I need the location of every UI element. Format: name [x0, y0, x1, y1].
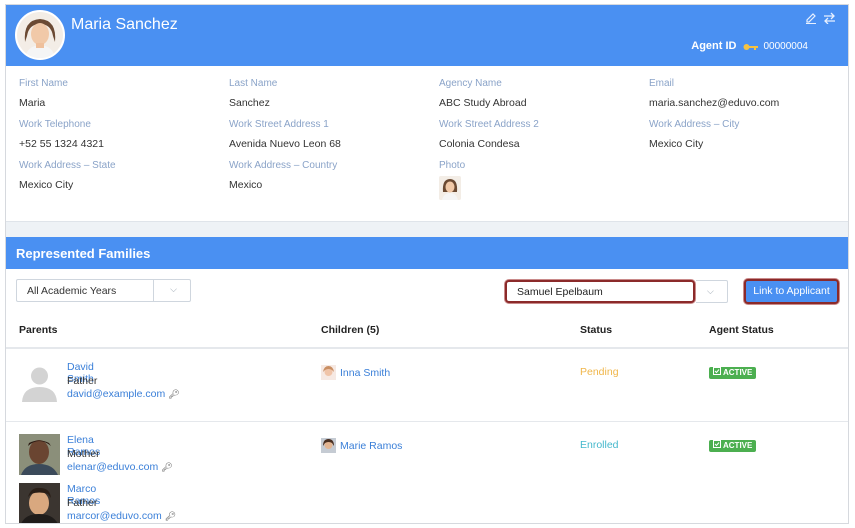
field-agency-name: Agency Name ABC Study Abroad: [439, 78, 639, 109]
child-name[interactable]: Marie Ramos: [340, 440, 402, 452]
child-entry: Marie Ramos: [321, 438, 402, 453]
applicant-dropdown-toggle[interactable]: ⌵: [696, 280, 728, 303]
column-status: Status: [580, 324, 613, 336]
column-parents: Parents: [19, 324, 58, 336]
families-header: Represented Families: [6, 237, 848, 269]
table-row: David Smith Father david@example.com 🔑︎ I…: [6, 349, 848, 422]
field-email: Email maria.sanchez@eduvo.com: [649, 78, 848, 109]
parent-entry: Elena Ramos Mother elenar@eduvo.com 🔑︎: [19, 434, 173, 478]
agent-status-badge: ACTIVE: [709, 367, 757, 379]
parent-role: Father: [67, 497, 98, 509]
application-status: Enrolled: [580, 439, 619, 451]
field-work-country: Work Address – Country Mexico: [229, 160, 429, 191]
agent-status-badge: ACTIVE: [709, 440, 757, 452]
field-label: Work Telephone: [19, 119, 91, 130]
key-icon[interactable]: 🔑︎: [168, 389, 179, 399]
agent-profile-panel: Maria Sanchez Agent ID 00000004 First Na…: [5, 4, 849, 524]
parent-photo: [19, 483, 60, 523]
field-work-telephone: Work Telephone +52 55 1324 4321: [19, 119, 219, 150]
profile-header: Maria Sanchez Agent ID 00000004: [6, 5, 848, 66]
agent-status-text: ACTIVE: [723, 441, 753, 450]
agent-id-block: Agent ID 00000004: [691, 40, 808, 52]
parent-entry: Marco Ramos Father marcor@eduvo.com 🔑︎: [19, 483, 176, 523]
child-entry: Inna Smith: [321, 365, 390, 380]
field-work-street-1: Work Street Address 1 Avenida Nuevo Leon…: [229, 119, 429, 150]
field-first-name: First Name Maria: [19, 78, 219, 109]
applicant-search-input[interactable]: Samuel Epelbaum: [505, 280, 695, 303]
field-label: Last Name: [229, 78, 278, 89]
field-label: Work Address – Country: [229, 160, 338, 171]
swap-icon[interactable]: [823, 12, 836, 25]
agent-name: Maria Sanchez: [71, 16, 178, 33]
parent-email-block: marcor@eduvo.com 🔑︎: [67, 510, 176, 522]
academic-year-select[interactable]: All Academic Years ⌵: [16, 279, 191, 302]
column-children: Children (5): [321, 324, 380, 336]
families-toolbar: All Academic Years ⌵ Samuel Epelbaum ⌵ L…: [6, 269, 848, 311]
field-value: Mexico: [229, 179, 263, 191]
agent-avatar: [15, 10, 65, 60]
section-divider: [6, 221, 848, 237]
parent-email-block: david@example.com 🔑︎: [67, 388, 180, 400]
field-last-name: Last Name Sanchez: [229, 78, 429, 109]
refresh-icon: [713, 367, 721, 379]
parent-role: Father: [67, 375, 98, 387]
agent-status-text: ACTIVE: [723, 368, 753, 377]
field-label: Photo: [439, 160, 466, 171]
key-icon[interactable]: 🔑︎: [161, 462, 172, 472]
child-avatar: [321, 365, 336, 380]
refresh-icon: [713, 440, 721, 452]
link-to-applicant-button[interactable]: Link to Applicant: [744, 279, 839, 304]
field-value: +52 55 1324 4321: [19, 138, 104, 150]
field-value: Sanchez: [229, 97, 270, 109]
field-label: Work Address – State: [19, 160, 116, 171]
parent-email[interactable]: elenar@eduvo.com: [67, 461, 158, 473]
field-value: Avenida Nuevo Leon 68: [229, 138, 341, 150]
child-avatar: [321, 438, 336, 453]
field-work-street-2: Work Street Address 2 Colonia Condesa: [439, 119, 639, 150]
photo-thumbnail[interactable]: [439, 176, 461, 200]
application-status: Pending: [580, 366, 619, 378]
chevron-down-icon: ⌵: [707, 286, 714, 296]
field-value: Mexico City: [19, 179, 74, 191]
parent-email-block: elenar@eduvo.com 🔑︎: [67, 461, 173, 473]
field-photo: Photo: [439, 160, 639, 200]
applicant-search-value: Samuel Epelbaum: [517, 286, 603, 298]
agent-id-label: Agent ID: [691, 40, 737, 52]
field-work-city: Work Address – City Mexico City: [649, 119, 848, 150]
field-value: Mexico City: [649, 138, 704, 150]
parent-email[interactable]: david@example.com: [67, 388, 165, 400]
table-row: Elena Ramos Mother elenar@eduvo.com 🔑︎ Ma…: [6, 423, 848, 523]
chevron-down-icon: ⌵: [170, 284, 177, 294]
field-work-state: Work Address – State Mexico City: [19, 160, 219, 191]
parent-role: Mother: [67, 448, 100, 460]
field-label: First Name: [19, 78, 68, 89]
child-name[interactable]: Inna Smith: [340, 367, 390, 379]
field-label: Work Street Address 1: [229, 119, 329, 130]
families-title: Represented Families: [16, 246, 151, 261]
academic-year-value: All Academic Years: [27, 285, 117, 297]
families-table-header: Parents Children (5) Status Agent Status: [6, 311, 848, 349]
agent-id-value: 00000004: [763, 40, 809, 52]
parent-entry: David Smith Father david@example.com 🔑︎: [19, 361, 180, 405]
key-icon[interactable]: 🔑︎: [165, 511, 176, 521]
key-icon: [743, 42, 758, 50]
parent-photo: [19, 434, 60, 475]
edit-icon[interactable]: [804, 12, 817, 24]
field-value: Colonia Condesa: [439, 138, 520, 150]
field-value: Maria: [19, 97, 46, 109]
field-value: maria.sanchez@eduvo.com: [649, 97, 780, 109]
column-agent-status: Agent Status: [709, 324, 774, 336]
parent-email[interactable]: marcor@eduvo.com: [67, 510, 162, 522]
field-value: ABC Study Abroad: [439, 97, 527, 109]
field-label: Agency Name: [439, 78, 502, 89]
avatar-placeholder: [19, 361, 60, 402]
field-label: Work Address – City: [649, 119, 740, 130]
field-label: Work Street Address 2: [439, 119, 539, 130]
field-label: Email: [649, 78, 675, 89]
